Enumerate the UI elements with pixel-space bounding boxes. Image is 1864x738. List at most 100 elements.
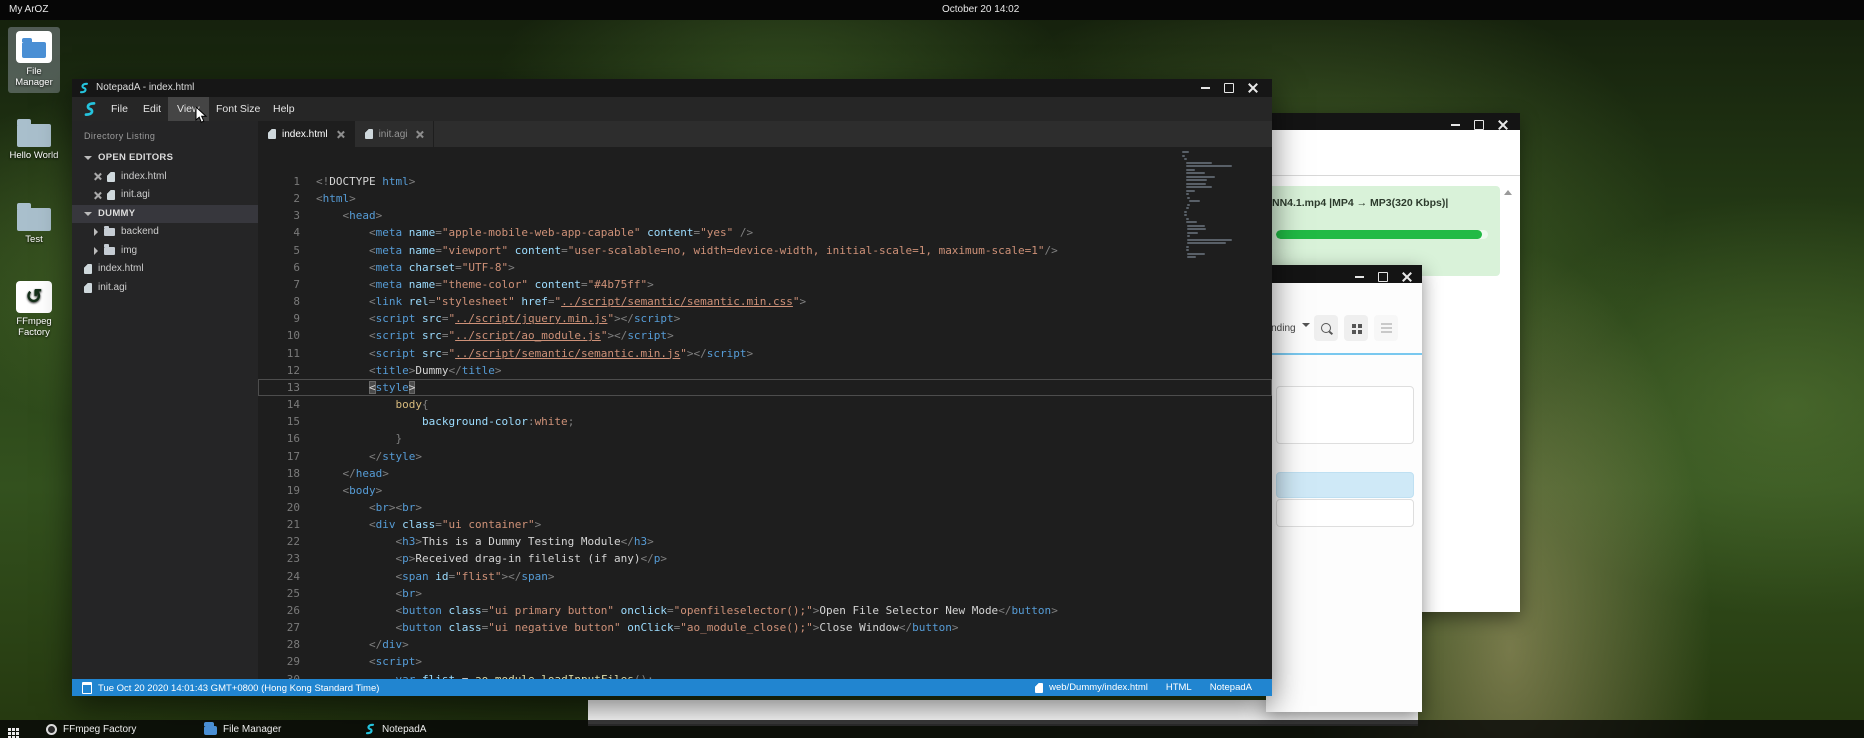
chevron-right-icon	[94, 228, 98, 236]
tree-item-index-html[interactable]: index.html	[72, 260, 258, 279]
code-line[interactable]: 1<!DOCTYPE html>	[258, 173, 1272, 190]
mouse-cursor	[195, 106, 209, 124]
code-line[interactable]: 16 }	[258, 430, 1272, 447]
taskbar-item-ffmpeg-factory[interactable]: FFmpeg Factory	[46, 720, 136, 738]
minimize-icon[interactable]	[1355, 276, 1364, 278]
code-line[interactable]: 19 <body>	[258, 482, 1272, 499]
close-file-icon[interactable]	[94, 173, 101, 180]
grid-view-button[interactable]	[1344, 315, 1368, 341]
notepada-logo-icon	[82, 101, 98, 117]
chevron-down-icon[interactable]	[1302, 327, 1310, 345]
tab-index-html[interactable]: index.html	[258, 121, 355, 147]
file-icon	[107, 172, 115, 182]
window-title-bar[interactable]	[1266, 113, 1520, 130]
code-line[interactable]: 10 <script src="../script/ao_module.js">…	[258, 327, 1272, 344]
taskbar-item-notepada[interactable]: NotepadA	[364, 720, 426, 738]
minimize-icon[interactable]	[1201, 87, 1210, 89]
minimap[interactable]	[1182, 151, 1262, 260]
tree-item-open-init-agi[interactable]: init.agi	[72, 186, 258, 205]
code-line[interactable]: 5 <meta name="viewport" content="user-sc…	[258, 242, 1272, 259]
code-line[interactable]: 29 <script>	[258, 653, 1272, 670]
code-line[interactable]: 13 <style>	[258, 379, 1272, 396]
menu-edit[interactable]: Edit	[134, 97, 170, 121]
progress-track	[1276, 230, 1488, 239]
search-button[interactable]	[1314, 315, 1338, 341]
file-icon	[107, 190, 115, 200]
code-line[interactable]: 15 background-color:white;	[258, 413, 1272, 430]
tab-init-agi[interactable]: init.agi	[355, 121, 435, 147]
code-line[interactable]: 20 <br><br>	[258, 499, 1272, 516]
code-editor[interactable]: 1<!DOCTYPE html>2<html>3 <head>4 <meta n…	[258, 147, 1272, 679]
folder-icon	[104, 228, 115, 236]
menu-file[interactable]: File	[102, 97, 137, 121]
window-title-bar[interactable]	[1266, 265, 1422, 283]
window-title-bar[interactable]: NotepadA - index.html	[72, 79, 1272, 97]
code-line[interactable]: 9 <script src="../script/jquery.min.js">…	[258, 310, 1272, 327]
code-line[interactable]: 14 body{	[258, 396, 1272, 413]
code-line[interactable]: 17 </style>	[258, 448, 1272, 465]
maximize-icon[interactable]	[1224, 83, 1234, 93]
desktop-icon-ffmpeg-factory[interactable]: ↺ FFmpeg Factory	[8, 281, 60, 338]
menu-bar: File Edit View Font Size Help	[72, 97, 1272, 121]
code-line[interactable]: 21 <div class="ui container">	[258, 516, 1272, 533]
code-lines: 1<!DOCTYPE html>2<html>3 <head>4 <meta n…	[258, 173, 1272, 679]
code-line[interactable]: 22 <h3>This is a Dummy Testing Module</h…	[258, 533, 1272, 550]
folder-icon	[204, 726, 217, 735]
maximize-icon[interactable]	[1378, 272, 1388, 282]
code-line[interactable]: 12 <title>Dummy</title>	[258, 362, 1272, 379]
menu-help[interactable]: Help	[264, 97, 304, 121]
close-icon[interactable]	[1402, 272, 1412, 282]
tree-item-open-index-html[interactable]: index.html	[72, 168, 258, 187]
list-view-button[interactable]	[1374, 315, 1398, 341]
code-line[interactable]: 28 </div>	[258, 636, 1272, 653]
close-icon[interactable]	[1498, 120, 1508, 130]
scroll-up-icon[interactable]	[1504, 190, 1512, 195]
list-item[interactable]	[1276, 499, 1414, 527]
desktop-icon-test[interactable]: Test	[8, 202, 60, 245]
tree-item-init-agi[interactable]: init.agi	[72, 279, 258, 298]
tree-section-open-editors[interactable]: OPEN EDITORS	[72, 149, 258, 168]
start-menu-button[interactable]	[8, 720, 11, 738]
desktop-icon-hello-world[interactable]: Hello World	[8, 118, 60, 161]
code-line[interactable]: 23 <p>Received drag-in filelist (if any)…	[258, 550, 1272, 567]
taskbar: FFmpeg Factory File Manager NotepadA	[0, 720, 1864, 738]
close-file-icon[interactable]	[94, 192, 101, 199]
taskbar-item-file-manager[interactable]: File Manager	[204, 720, 281, 738]
code-line[interactable]: 6 <meta charset="UTF-8">	[258, 259, 1272, 276]
code-line[interactable]: 18 </head>	[258, 465, 1272, 482]
code-line[interactable]: 30 var flist = ao_module_loadInputFiles(…	[258, 671, 1272, 679]
list-item-selected[interactable]	[1276, 472, 1414, 498]
editor-tab-bar: index.html init.agi	[258, 121, 1272, 147]
code-line[interactable]: 4 <meta name="apple-mobile-web-app-capab…	[258, 224, 1272, 241]
accent-divider	[1266, 353, 1422, 355]
file-toolbar: ascending	[1266, 311, 1422, 347]
tree-section-dummy[interactable]: DUMMY	[72, 205, 258, 224]
code-line[interactable]: 24 <span id="flist"></span>	[258, 568, 1272, 585]
code-line[interactable]: 27 <button class="ui negative button" on…	[258, 619, 1272, 636]
desktop-icon-file-manager[interactable]: File Manager	[8, 27, 60, 93]
recycle-arrows-icon	[46, 724, 57, 735]
code-line[interactable]: 3 <head>	[258, 207, 1272, 224]
notepada-window[interactable]: NotepadA - index.html File Edit View Fon…	[72, 79, 1272, 696]
code-line[interactable]: 8 <link rel="stylesheet" href="../script…	[258, 293, 1272, 310]
maximize-icon[interactable]	[1474, 120, 1484, 130]
tree-item-backend[interactable]: backend	[72, 223, 258, 242]
status-bar: Tue Oct 20 2020 14:01:43 GMT+0800 (Hong …	[72, 679, 1272, 696]
system-menu[interactable]: My ArOZ	[9, 4, 48, 15]
code-line[interactable]: 25 <br>	[258, 585, 1272, 602]
tree-item-img[interactable]: img	[72, 242, 258, 261]
file-icon	[84, 264, 92, 274]
list-item[interactable]	[1276, 386, 1414, 444]
close-tab-icon[interactable]	[416, 131, 423, 138]
menu-font-size[interactable]: Font Size	[207, 97, 269, 121]
code-line[interactable]: 26 <button class="ui primary button" onc…	[258, 602, 1272, 619]
code-line[interactable]: 11 <script src="../script/semantic/seman…	[258, 345, 1272, 362]
file-manager-window[interactable]: ascending	[1266, 265, 1422, 712]
close-icon[interactable]	[1248, 83, 1258, 93]
minimize-icon[interactable]	[1451, 124, 1460, 126]
code-line[interactable]: 7 <meta name="theme-color" content="#4b7…	[258, 276, 1272, 293]
code-line[interactable]: 2<html>	[258, 190, 1272, 207]
clock: October 20 14:02	[942, 4, 1019, 15]
status-language[interactable]: HTML	[1166, 682, 1192, 693]
close-tab-icon[interactable]	[337, 131, 344, 138]
